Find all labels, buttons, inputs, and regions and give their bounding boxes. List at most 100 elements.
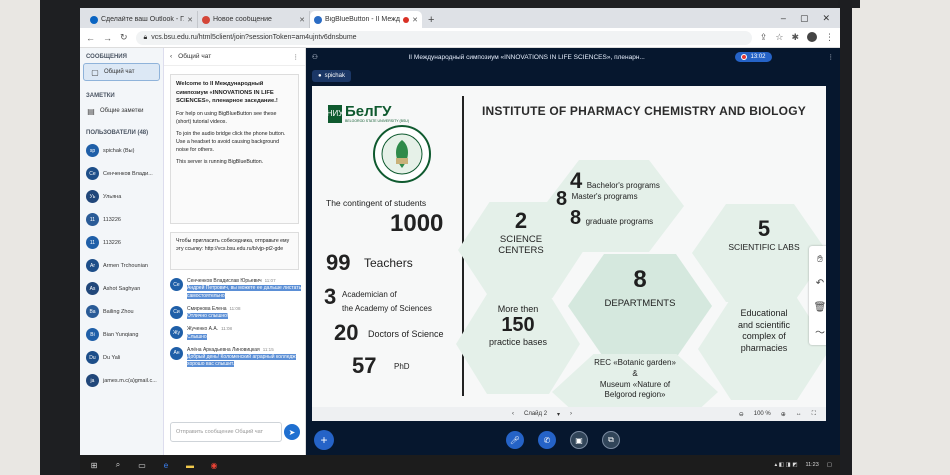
user-list-item[interactable]: Bi Bian Yunqiang — [80, 323, 163, 346]
options-icon[interactable]: ⋮ — [828, 53, 835, 61]
user-list-item[interactable]: As Ashot Saghyan — [80, 277, 163, 300]
user-list-item[interactable]: ja james.m.c(a)gmail.c... — [80, 369, 163, 392]
avatar: Се — [170, 278, 183, 291]
avatar: Си — [170, 305, 183, 319]
close-window-icon[interactable]: ✕ — [822, 13, 830, 24]
menu-icon[interactable]: ⋮ — [825, 32, 834, 43]
fit-width-icon[interactable]: ↔ — [796, 411, 802, 417]
reload-icon[interactable]: ↻ — [120, 32, 128, 43]
departments-content: 8 DEPARTMENTS — [568, 266, 712, 309]
sidebar-item-public-chat[interactable]: ▢ Общий чат — [83, 63, 160, 81]
maximize-icon[interactable]: ▢ — [800, 13, 809, 24]
author-name: Алёна Аркадьевна Линовицкая — [187, 346, 260, 353]
recording-indicator[interactable]: 13:02 — [735, 52, 772, 62]
share-icon[interactable]: ⇪ — [760, 32, 768, 43]
user-list-item[interactable]: Ar Armen Trchounian — [80, 254, 163, 277]
complex-label-line3: complex of — [742, 331, 786, 342]
minimize-icon[interactable]: – — [781, 13, 786, 24]
phone-button[interactable]: ✆ — [538, 431, 556, 449]
user-icon[interactable]: ⚇ — [312, 53, 318, 61]
avatar: Ан — [170, 346, 183, 360]
message-text: Андрей Петрович, вы можете ее дальше лис… — [187, 285, 302, 299]
fullscreen-icon[interactable]: ⛶ — [812, 411, 816, 418]
logo-text: БелГУ — [345, 103, 392, 120]
back-icon[interactable]: ← — [86, 33, 95, 43]
welcome-title: Welcome to II Международный симпозиум «I… — [176, 81, 278, 105]
user-list-item[interactable]: Ba Bailing Zhou — [80, 300, 163, 323]
user-list-item[interactable]: 11 113226 — [80, 231, 163, 254]
user-name: Ульяна — [103, 193, 122, 200]
master-label: Master's programs — [571, 192, 638, 201]
browser-tab-bigbluebutton[interactable]: BigBlueButton - II Международ... ✕ — [310, 11, 422, 28]
slide-heading: INSTITUTE OF PHARMACY CHEMISTRY AND BIOL… — [482, 104, 806, 118]
zoom-in-icon[interactable]: ⊕ — [781, 411, 786, 418]
monitor-bezel-top — [40, 0, 860, 8]
screen-share-button[interactable]: ⧉ — [602, 431, 620, 449]
doctors-label: Doctors of Science — [368, 329, 444, 339]
user-list-item[interactable]: Du Du Yali — [80, 346, 163, 369]
notification-icon[interactable]: ▢ — [827, 462, 832, 468]
new-tab-button[interactable]: + — [422, 14, 440, 28]
science-centers-label-line2: CENTERS — [498, 245, 544, 256]
practice-value: 150 — [501, 314, 535, 336]
trash-icon[interactable]: 🗑︎ — [809, 297, 826, 318]
zoom-out-icon[interactable]: ⊖ — [739, 411, 744, 418]
labs-content: 5 SCIENTIFIC LABS — [696, 216, 826, 252]
tab-title: Новое сообщение — [213, 16, 272, 23]
microphone-button[interactable]: 🎤︎ — [506, 431, 524, 449]
chat-title: Общий чат — [178, 53, 212, 60]
browser-tab-outlook[interactable]: Сделайте ваш Outlook - Глобально... ✕ — [86, 11, 198, 28]
presentation-slide[interactable]: НИУ БелГУ BELGOROD STATE UNIVERSITY (BSU… — [312, 86, 826, 407]
task-view-icon[interactable]: ▭ — [136, 459, 148, 471]
close-icon[interactable]: ✕ — [412, 16, 418, 24]
recording-icon — [403, 16, 410, 23]
chat-input-placeholder: Отправить сообщение Общий чат — [176, 429, 264, 435]
undo-icon[interactable]: ↶ — [809, 273, 826, 294]
star-icon[interactable]: ☆ — [775, 32, 783, 43]
chrome-icon[interactable]: ◉ — [208, 459, 220, 471]
welcome-help-text: For help on using BigBlueButton see thes… — [176, 111, 277, 125]
rec-line3: Museum «Nature of — [599, 379, 671, 389]
profile-avatar[interactable] — [807, 32, 817, 42]
close-icon[interactable]: ✕ — [299, 16, 305, 24]
actions-plus-button[interactable]: + — [314, 430, 334, 450]
folder-icon[interactable]: ▬ — [184, 459, 196, 471]
forward-icon[interactable]: → — [103, 33, 112, 43]
hand-icon[interactable]: ✋︎ — [809, 249, 826, 270]
chat-message-input[interactable]: Отправить сообщение Общий чат — [170, 422, 282, 442]
user-list-item[interactable]: 11 113226 — [80, 208, 163, 231]
doctors-value: 20 — [334, 320, 359, 345]
puzzle-icon[interactable]: ✱ — [791, 32, 799, 43]
screen: Сделайте ваш Outlook - Глобально... ✕ Но… — [80, 8, 840, 475]
rec-line2: & — [632, 368, 638, 378]
send-message-button[interactable]: ➤ — [284, 424, 300, 440]
user-list-item[interactable]: sp spichak (Вы) — [80, 139, 163, 162]
user-list-item[interactable]: Уь Ульяна — [80, 185, 163, 208]
back-arrow-icon[interactable]: ‹ — [170, 53, 172, 60]
browser-tab-new-message[interactable]: Новое сообщение ✕ — [198, 11, 310, 28]
user-list-panel: СООБЩЕНИЯ ▢ Общий чат ЗАМЕТКИ ▤ Общие за… — [80, 48, 164, 455]
multi-user-whiteboard-icon[interactable]: 〜 — [809, 321, 826, 342]
edge-icon[interactable]: e — [160, 459, 172, 471]
users-section-title: ПОЛЬЗОВАТЕЛИ (48) — [86, 130, 149, 136]
previous-slide-icon[interactable]: ‹ — [512, 411, 514, 417]
complex-label-line1: Educational — [740, 308, 788, 318]
user-name: james.m.c(a)gmail.c... — [103, 377, 157, 384]
sidebar-item-shared-notes[interactable]: ▤ Общие заметки — [80, 102, 163, 120]
author-name: Сенченков Владислав Юрьевич — [187, 278, 262, 284]
chat-message-author: Жученко А.А. 11:08 — [187, 326, 232, 333]
slide-navigation: ‹ Слайд 2 ▾ › — [512, 411, 572, 418]
rec-line1: REC «Botanic garden» — [594, 358, 676, 367]
search-icon[interactable]: ⌕ — [112, 459, 124, 471]
url-field[interactable]: 🔒︎ vcs.bsu.edu.ru/html5client/join?sessi… — [135, 30, 752, 45]
microphone-icon: ● — [318, 73, 322, 79]
chat-options-icon[interactable]: ⋮ — [293, 53, 300, 61]
user-list-item[interactable]: Се Сенченков Влади... — [80, 162, 163, 185]
next-slide-icon[interactable]: › — [570, 411, 572, 417]
camera-button[interactable]: ▣ — [570, 431, 588, 449]
close-icon[interactable]: ✕ — [187, 16, 193, 24]
presenter-badge: ● spichak — [312, 70, 351, 82]
slide-selector[interactable]: Слайд 2 — [524, 411, 547, 417]
windows-start-icon[interactable]: ⊞ — [88, 459, 100, 471]
user-name: Сенченков Влади... — [103, 170, 153, 177]
